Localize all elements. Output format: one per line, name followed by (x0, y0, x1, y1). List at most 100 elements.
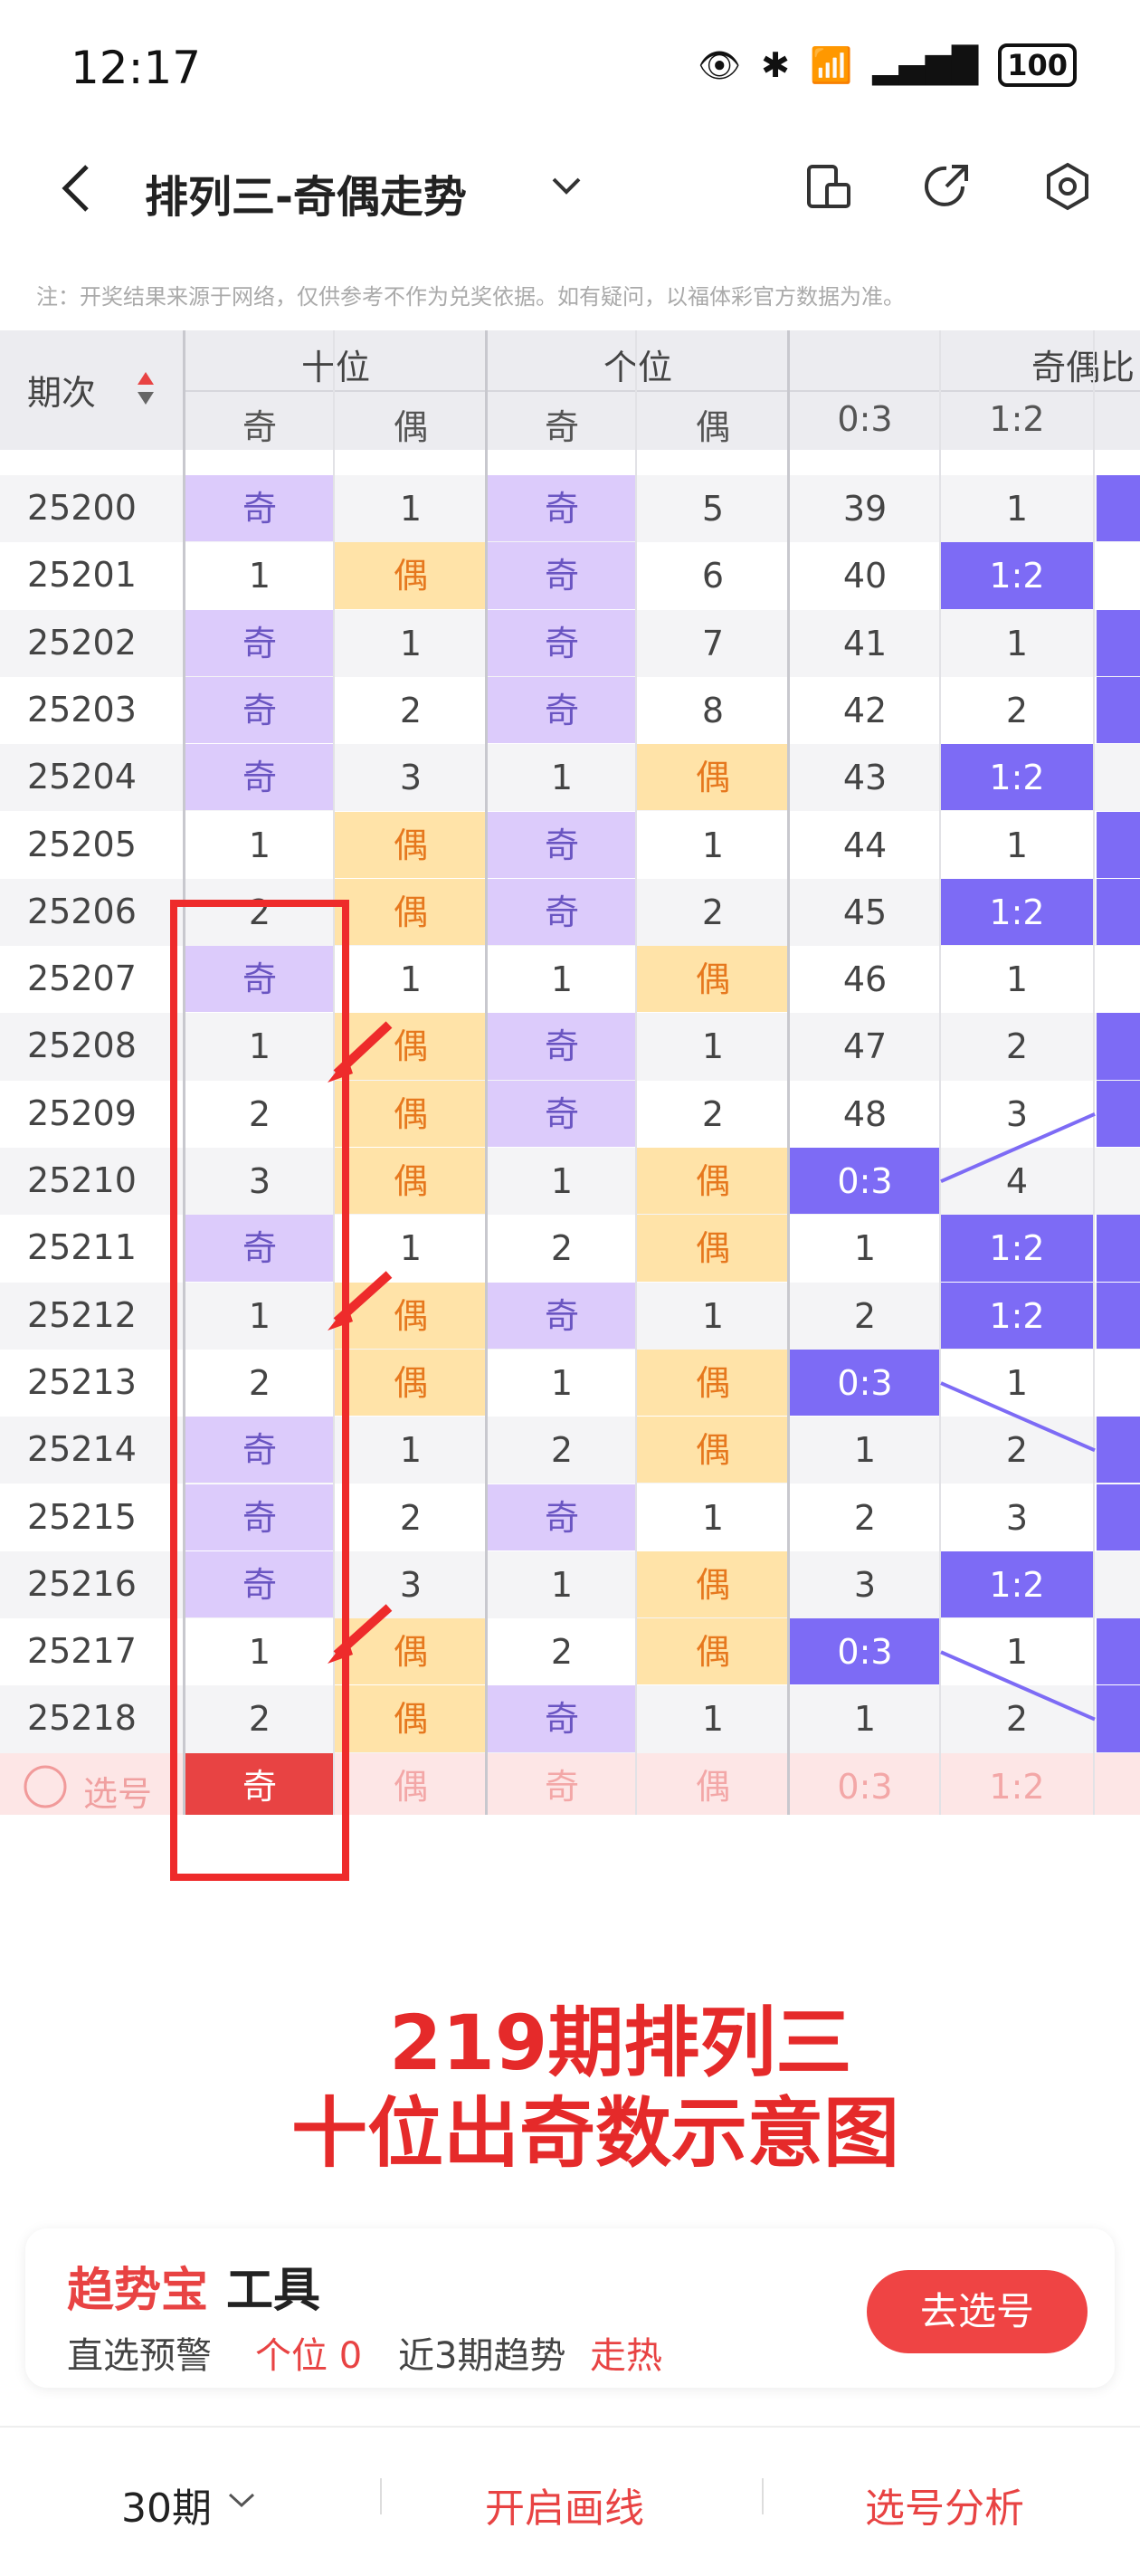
table-cell: 1 (1005, 1632, 1029, 1673)
table-cell: 3 (399, 1564, 423, 1605)
select-cell[interactable]: 偶 (335, 1753, 487, 1815)
table-cell: 0:3 (789, 1349, 941, 1417)
sub-header: 1:2 (989, 399, 1045, 439)
period-number: 25216 (27, 1563, 137, 1604)
table-cell: 1:2 (941, 542, 1093, 609)
sub-header: 0:3 (837, 399, 893, 439)
ratio-strip (1097, 1685, 1140, 1752)
select-number-button[interactable]: 去选号 (867, 2270, 1088, 2353)
period-number: 25204 (27, 757, 137, 797)
table-cell: 0:3 (789, 1618, 941, 1685)
table-cell: 偶 (637, 946, 789, 1013)
table-cell: 2 (550, 1632, 574, 1673)
table-cell: 48 (842, 1093, 888, 1134)
tool-card: 趋势宝 工具 直选预警 个位 0 近3期趋势 走热 去选号 (25, 2228, 1115, 2388)
table-cell: 2 (399, 1497, 423, 1538)
select-label: 选号 (83, 1773, 153, 1814)
ratio-strip (1097, 744, 1140, 810)
table-cell: 41 (842, 623, 888, 663)
table-cell: 4 (1005, 1161, 1029, 1201)
table-cell: 2 (248, 892, 271, 932)
table-cell: 39 (842, 489, 888, 529)
period-number: 25218 (27, 1698, 137, 1739)
status-icons: 👁 ✱ 📶 ▂▄▆█ 100 (698, 43, 1077, 87)
group-header-tens: 十位 (300, 348, 370, 387)
table-cell: 2 (248, 1699, 271, 1740)
column-divider (787, 330, 790, 1815)
table-cell: 奇 (185, 676, 335, 744)
table-cell: 47 (842, 1026, 888, 1067)
table-cell: 偶 (637, 744, 789, 811)
table-cell: 2 (1005, 1026, 1029, 1067)
table-cell: 奇 (487, 475, 637, 542)
table-cell: 1 (701, 1295, 725, 1336)
period-header[interactable]: 期次 (27, 365, 145, 415)
tool-brand: 趋势宝 (67, 2264, 209, 2318)
table-cell: 奇 (185, 1484, 335, 1550)
trend-value: 走热 (590, 2335, 662, 2377)
table-cell: 1:2 (941, 1215, 1093, 1282)
table-cell: 2 (248, 1093, 271, 1134)
select-cell[interactable]: 偶 (637, 1753, 789, 1815)
table-cell: 43 (842, 758, 888, 798)
table-cell: 1 (399, 1228, 423, 1269)
page-title[interactable]: 排列三-奇偶走势 (145, 161, 467, 224)
settings-icon[interactable] (1042, 161, 1093, 212)
chevron-down-icon[interactable] (226, 2489, 257, 2511)
table-cell: 偶 (335, 1282, 487, 1349)
chevron-down-icon[interactable] (548, 172, 584, 199)
table-cell: 5 (701, 489, 725, 529)
ratio-strip (1097, 475, 1140, 542)
sort-icon[interactable] (136, 370, 156, 406)
select-cell[interactable]: 1:2 (941, 1753, 1093, 1815)
table-cell: 1 (550, 758, 574, 798)
period-number: 25207 (27, 959, 137, 999)
device-icon[interactable] (803, 161, 854, 212)
table-cell: 偶 (335, 878, 487, 946)
table-cell: 1:2 (941, 1550, 1093, 1618)
bluetooth-icon: ✱ (761, 45, 790, 85)
back-icon[interactable] (52, 161, 107, 215)
select-circle-icon[interactable] (22, 1763, 69, 1810)
ratio-strip (1097, 1215, 1140, 1282)
table-cell: 2 (1005, 1699, 1029, 1740)
table-cell: 3 (853, 1564, 877, 1605)
period-number: 25211 (27, 1227, 137, 1268)
table-cell: 1 (701, 825, 725, 865)
table-cell: 1 (399, 489, 423, 529)
sub-header: 奇 (544, 407, 579, 447)
table-cell: 42 (842, 690, 888, 730)
table-cell: 1 (550, 1564, 574, 1605)
ratio-strip (1097, 1013, 1140, 1080)
table-cell: 3 (1005, 1093, 1029, 1134)
table-cell: 3 (399, 758, 423, 798)
select-cell[interactable]: 奇 (185, 1752, 335, 1815)
table-cell: 偶 (335, 1013, 487, 1080)
divider (380, 2478, 382, 2514)
table-cell: 1 (399, 1430, 423, 1471)
table-cell: 1 (550, 959, 574, 1000)
table-cell: 45 (842, 892, 888, 932)
number-analysis-button[interactable]: 选号分析 (865, 2476, 1024, 2533)
alert-position: 个位 0 (255, 2335, 363, 2377)
table-cell: 2 (701, 1093, 725, 1134)
table-cell: 3 (1005, 1497, 1029, 1538)
column-divider (1093, 330, 1095, 1815)
table-cell: 偶 (637, 1349, 789, 1417)
period-selector[interactable]: 30期 (121, 2476, 212, 2533)
sub-header: 奇 (242, 407, 277, 447)
divider (762, 2478, 764, 2514)
table-cell: 奇 (185, 1215, 335, 1282)
table-cell: 偶 (335, 542, 487, 609)
table-cell: 1 (853, 1699, 877, 1740)
table-cell: 1 (399, 623, 423, 663)
draw-line-button[interactable]: 开启画线 (485, 2476, 644, 2533)
sub-header: 偶 (695, 407, 730, 447)
annotation-line-2: 十位出奇数示意图 (291, 2089, 900, 2178)
select-cell[interactable]: 奇 (487, 1753, 637, 1815)
battery-icon: 100 (998, 43, 1077, 87)
period-number: 25210 (27, 1160, 137, 1200)
share-icon[interactable] (921, 161, 972, 212)
select-cell[interactable]: 0:3 (789, 1753, 941, 1815)
table-cell: 偶 (335, 1349, 487, 1417)
